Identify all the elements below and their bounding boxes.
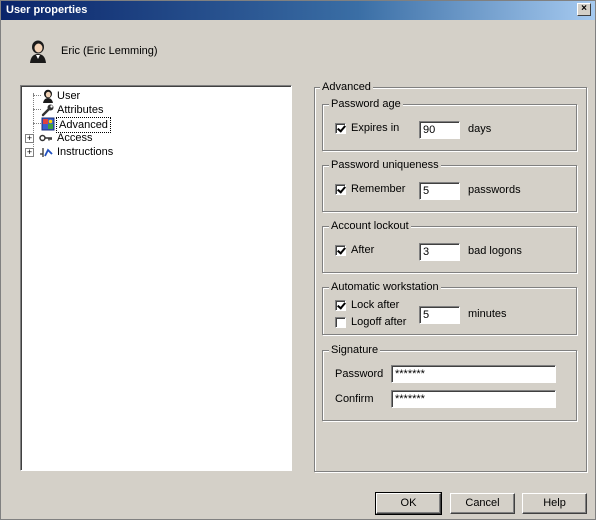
background-strip [0, 520, 600, 527]
expand-icon[interactable]: + [25, 134, 34, 143]
logoff-after-label: Logoff after [351, 316, 407, 328]
automatic-workstation-group: Automatic workstation Lock after Logoff … [322, 281, 577, 335]
after-label: After [351, 244, 375, 256]
tree-item-label: User [57, 90, 81, 102]
title-bar[interactable]: User properties × [1, 1, 595, 20]
tree-item-label: Attributes [57, 104, 104, 116]
account-lockout-title: Account lockout [329, 220, 411, 233]
tree-item-label: Access [57, 132, 93, 144]
remember-label: Remember [351, 183, 406, 195]
close-button[interactable]: × [577, 3, 591, 16]
help-button[interactable]: Help [522, 493, 587, 514]
expires-in-label: Expires in [351, 122, 400, 134]
user-properties-dialog: User properties × Eric (Eric Lemming) Us… [0, 0, 596, 520]
password-uniqueness-title: Password uniqueness [329, 159, 441, 172]
expand-icon[interactable]: + [25, 148, 34, 157]
passwords-unit-label: passwords [468, 184, 521, 196]
automatic-workstation-title: Automatic workstation [329, 281, 441, 294]
tree-item-label: Instructions [57, 146, 114, 158]
signature-password-input[interactable]: ******* [391, 365, 556, 383]
key-icon [39, 134, 52, 142]
workstation-minutes-input[interactable]: 5 [419, 306, 460, 324]
wrench-icon [41, 104, 54, 117]
password-age-days-input[interactable]: 90 [419, 121, 460, 139]
lock-after-checkbox[interactable] [335, 300, 346, 311]
minutes-unit-label: minutes [468, 308, 507, 320]
properties-tree[interactable]: User Attributes Advanced + Access + Inst… [20, 85, 292, 471]
tree-connector [33, 95, 41, 96]
remember-checkbox[interactable] [335, 184, 346, 195]
password-age-group: Password age Expires in 90 days [322, 98, 577, 151]
account-lockout-group: Account lockout After 3 bad logons [322, 220, 577, 273]
lockout-attempts-input[interactable]: 3 [419, 243, 460, 261]
password-uniqueness-group: Password uniqueness Remember 5 passwords [322, 159, 577, 212]
instructions-icon [40, 148, 53, 157]
signature-confirm-label: Confirm [335, 393, 374, 405]
window-title: User properties [6, 4, 88, 16]
logoff-after-checkbox[interactable] [335, 317, 346, 328]
ok-button[interactable]: OK [375, 492, 442, 515]
after-checkbox[interactable] [335, 245, 346, 256]
lock-after-label: Lock after [351, 299, 400, 311]
bad-logons-unit-label: bad logons [468, 245, 522, 257]
advanced-icon [41, 117, 55, 131]
signature-confirm-input[interactable]: ******* [391, 390, 556, 408]
expires-in-checkbox[interactable] [335, 123, 346, 134]
signature-title: Signature [329, 344, 381, 357]
user-icon [43, 89, 53, 103]
signature-password-label: Password [335, 368, 384, 380]
advanced-group: Advanced Password age Expires in 90 days… [314, 81, 587, 472]
cancel-button[interactable]: Cancel [450, 493, 515, 514]
advanced-group-title: Advanced [320, 81, 373, 94]
tree-connector [33, 123, 41, 124]
password-age-title: Password age [329, 98, 403, 111]
tree-connector [33, 109, 41, 110]
days-unit-label: days [468, 123, 492, 135]
remember-count-input[interactable]: 5 [419, 182, 460, 200]
signature-group: Signature Password ******* Confirm *****… [322, 344, 577, 421]
user-avatar-icon [30, 40, 46, 63]
user-display-name: Eric (Eric Lemming) [61, 45, 158, 57]
